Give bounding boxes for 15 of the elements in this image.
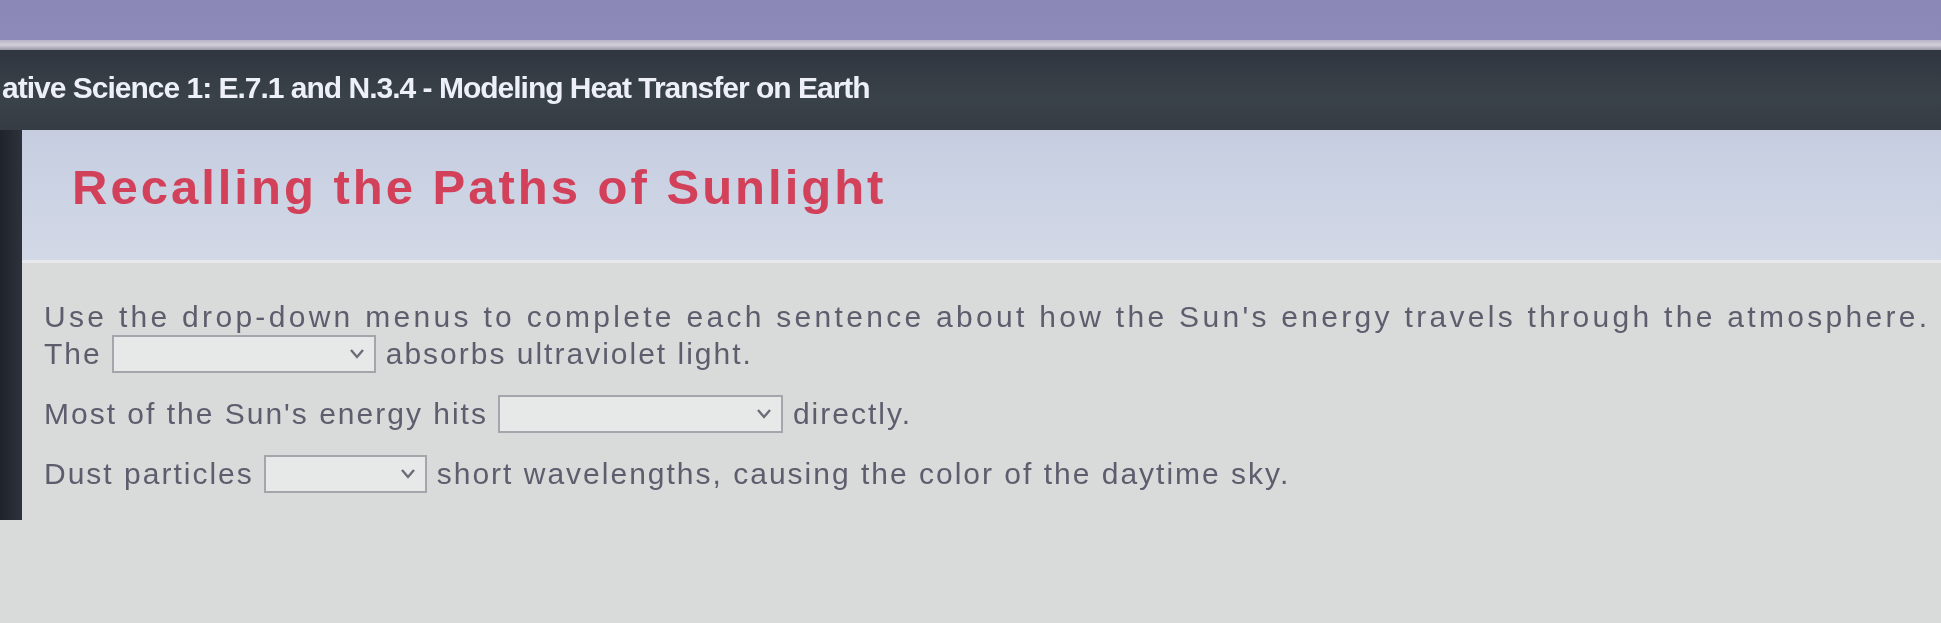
course-title: ative Science 1: E.7.1 and N.3.4 - Modeling Heat Transfer on Earth <box>1 71 870 105</box>
instructions-text: Use the drop-down menus to complete each sentence about how the Sun's energy travels through the atmosphere. <box>44 299 1932 335</box>
sentence-text: absorbs ultraviolet light. <box>385 336 753 372</box>
dropdown-field[interactable] <box>263 455 427 493</box>
chevron-down-icon <box>400 469 415 479</box>
sentence-text: directly. <box>792 396 913 432</box>
sentence-text: Most of the Sun's energy hits <box>44 396 488 432</box>
chevron-down-icon <box>349 349 364 359</box>
chevron-down-icon <box>756 409 771 419</box>
dropdown-field[interactable] <box>497 395 783 433</box>
sentence-text: The <box>44 336 102 372</box>
sentence-text: Dust particles <box>44 456 254 492</box>
sentence-text: short wavelengths, causing the color of the daytime sky. <box>436 456 1291 492</box>
activity-title: Recalling the Paths of Sunlight <box>72 159 887 215</box>
dropdown-field[interactable] <box>111 335 376 373</box>
